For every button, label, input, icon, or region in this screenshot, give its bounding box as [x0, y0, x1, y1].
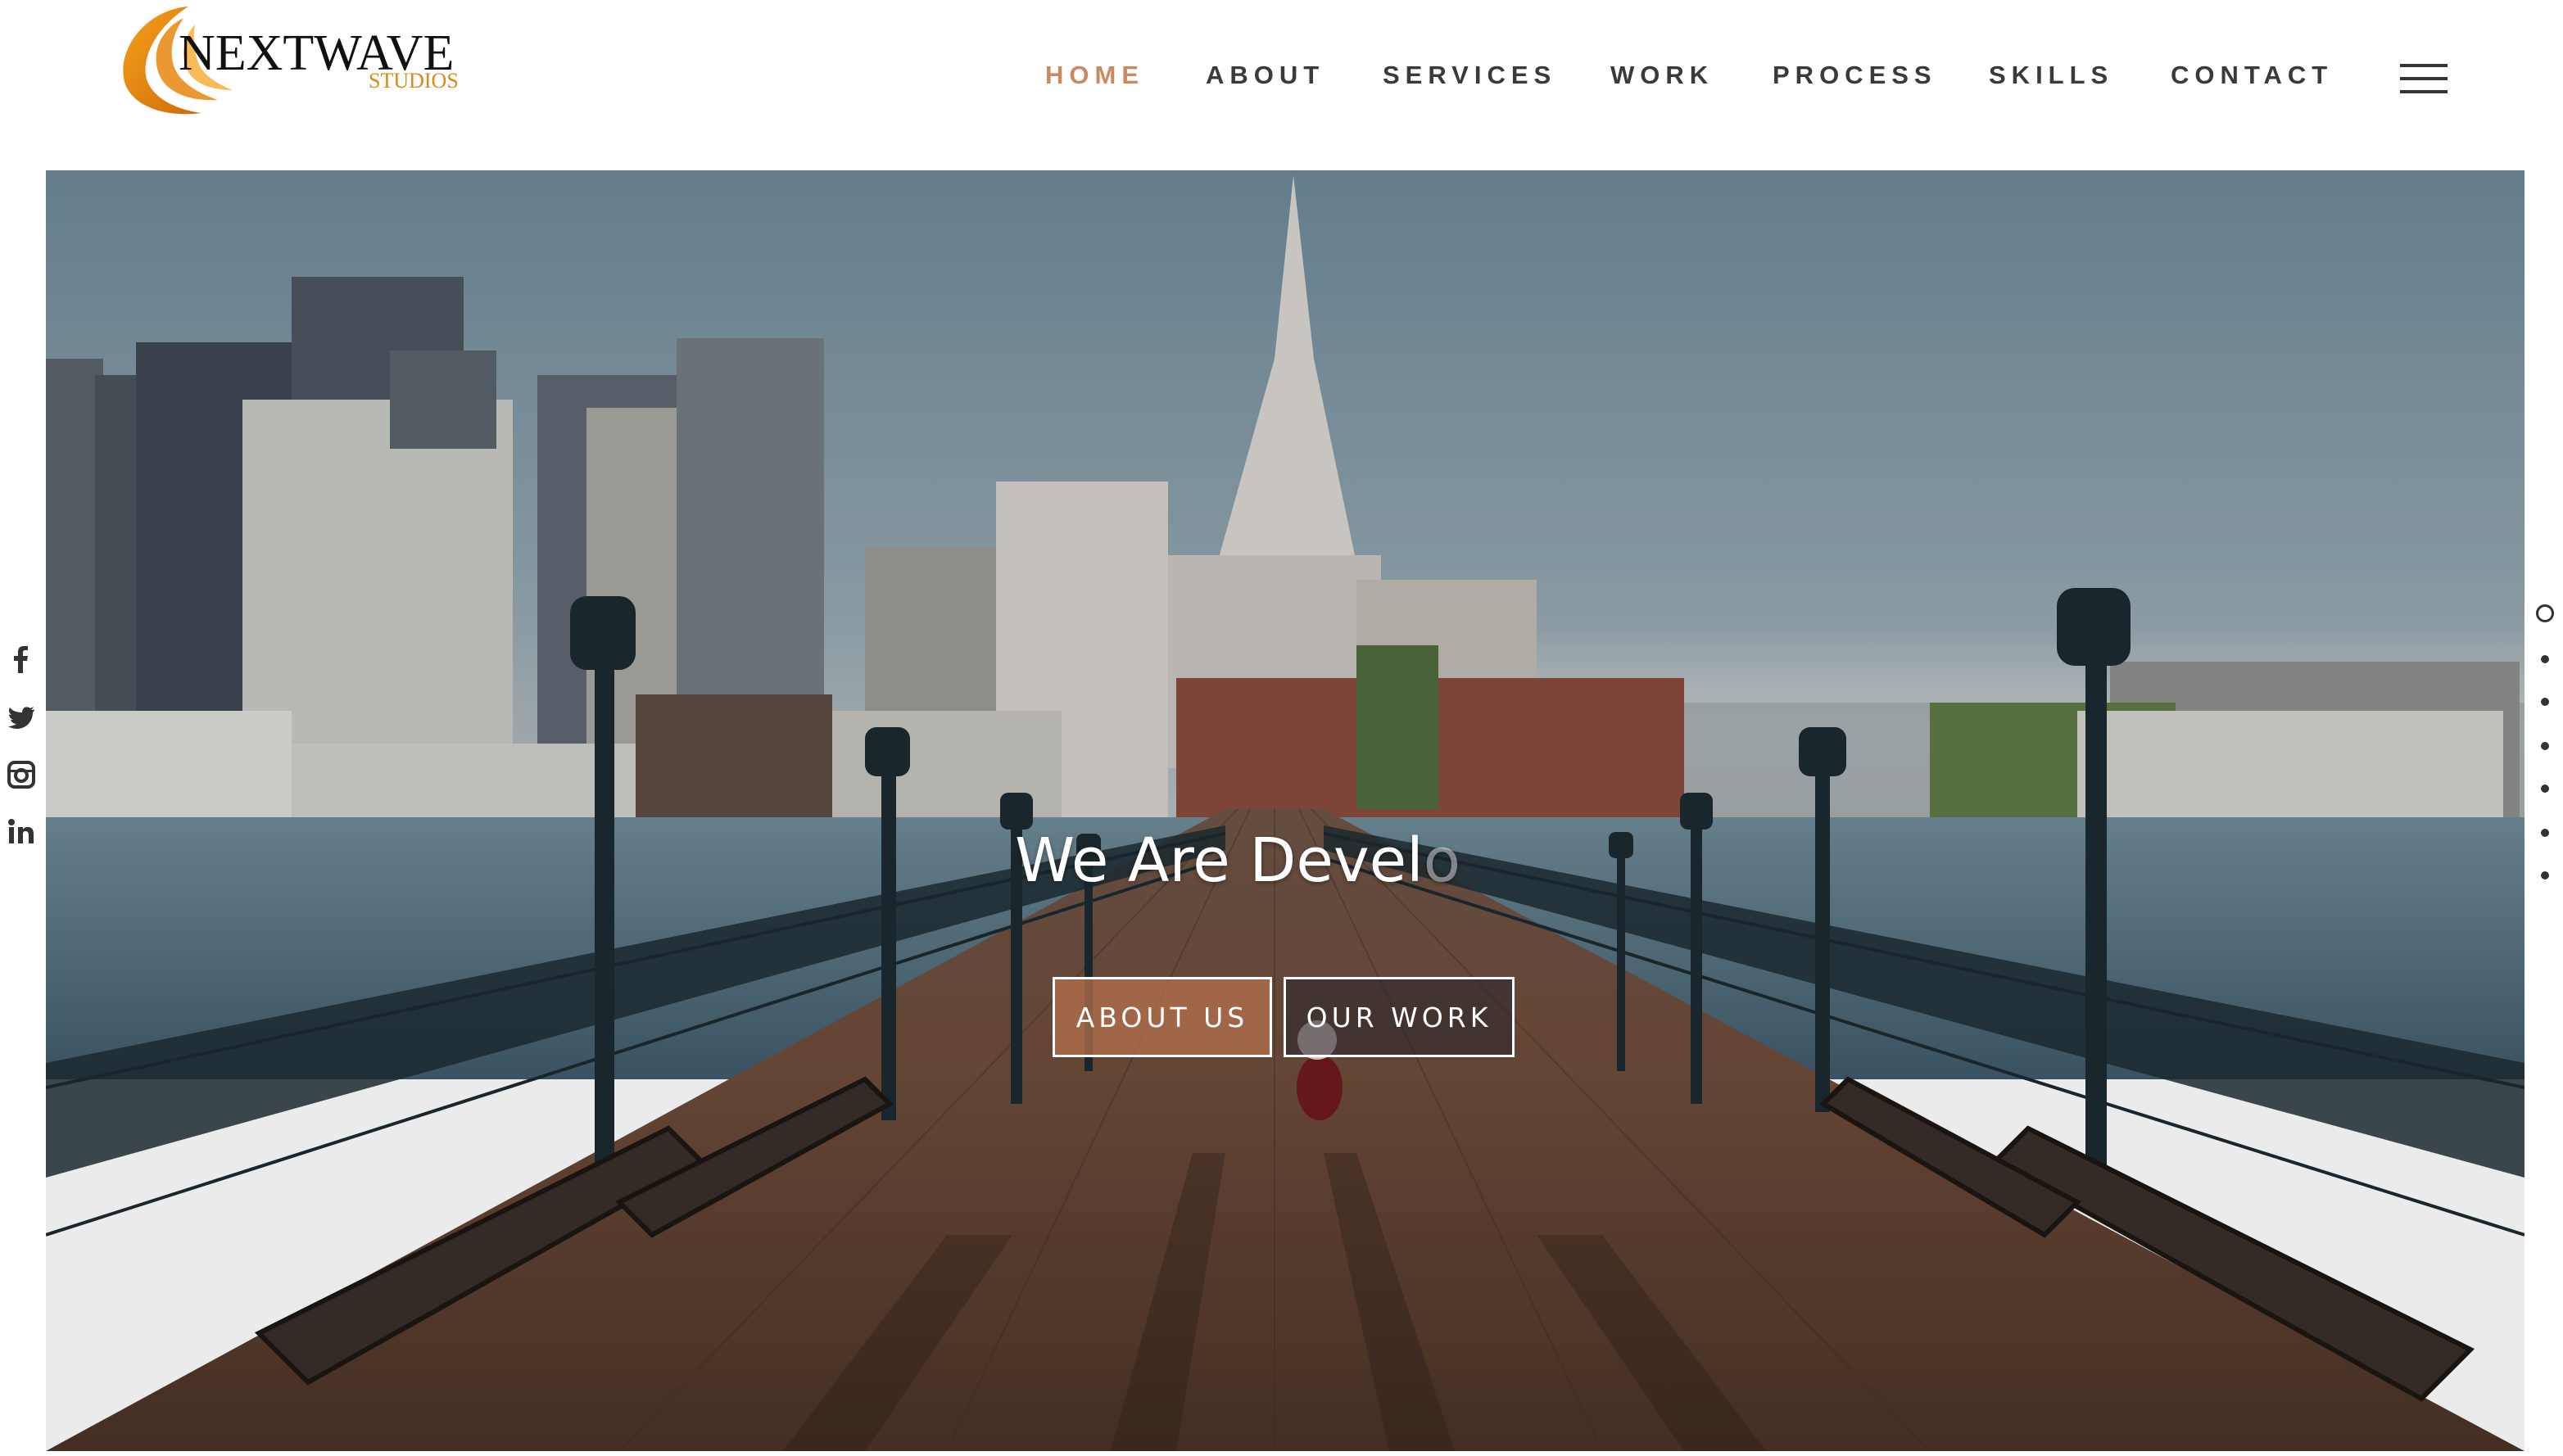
hero-background-image	[46, 170, 2525, 1451]
nav-item-process[interactable]: PROCESS	[1773, 61, 1937, 90]
hamburger-icon[interactable]	[2400, 64, 2448, 93]
hero-section: We Are Develo ABOUT US OUR WORK	[46, 170, 2525, 1451]
section-dot-6[interactable]	[2541, 829, 2549, 837]
headline-fading-letter: o	[1423, 825, 1461, 896]
instagram-icon[interactable]	[7, 760, 36, 789]
section-dot-4[interactable]	[2541, 742, 2549, 750]
brand-logo[interactable]: NEXTWAVE STUDIOS	[113, 0, 490, 123]
section-dot-5[interactable]	[2541, 785, 2549, 793]
linkedin-icon[interactable]	[7, 817, 36, 847]
section-dot-3[interactable]	[2541, 698, 2549, 706]
nav-item-work[interactable]: WORK	[1610, 61, 1714, 90]
nav-item-home[interactable]: HOME	[1045, 61, 1144, 90]
headline-text: We Are Devel	[1015, 825, 1424, 896]
hero-headline: We Are Develo	[46, 825, 2525, 896]
section-pagination	[2531, 604, 2556, 883]
site-header: NEXTWAVE STUDIOS HOME ABOUT SERVICES WOR…	[0, 0, 2563, 170]
brand-subtitle: STUDIOS	[369, 69, 459, 93]
about-us-button[interactable]: ABOUT US	[1053, 977, 1272, 1057]
our-work-button[interactable]: OUR WORK	[1284, 977, 1515, 1057]
section-dot-7[interactable]	[2541, 871, 2549, 879]
nav-item-contact[interactable]: CONTACT	[2171, 61, 2333, 90]
section-dot-1[interactable]	[2536, 604, 2554, 622]
nav-item-services[interactable]: SERVICES	[1383, 61, 1556, 90]
nav-item-skills[interactable]: SKILLS	[1989, 61, 2113, 90]
twitter-icon[interactable]	[7, 703, 36, 732]
section-dot-2[interactable]	[2541, 655, 2549, 663]
nav-item-about[interactable]: ABOUT	[1206, 61, 1325, 90]
facebook-icon[interactable]	[7, 645, 36, 675]
